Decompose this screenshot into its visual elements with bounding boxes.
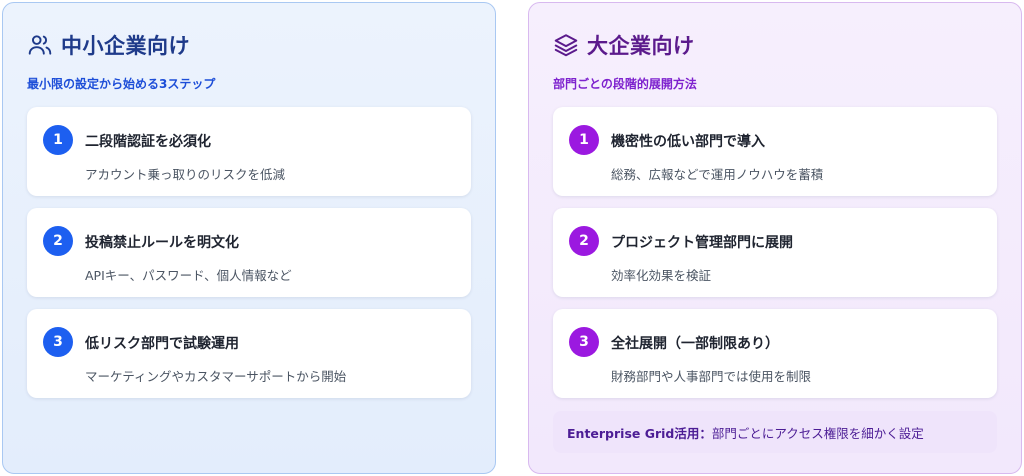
- step-number-badge: 2: [43, 226, 73, 256]
- step-description: アカウント乗っ取りのリスクを低減: [85, 167, 286, 182]
- enterprise-title: 大企業向け: [587, 34, 695, 58]
- smb-step-card: 2 投稿禁止ルールを明文化 APIキー、パスワード、個人情報など: [27, 208, 471, 297]
- step-description: APIキー、パスワード、個人情報など: [85, 268, 292, 283]
- layers-icon: [554, 34, 578, 57]
- enterprise-step-card: 1 機密性の低い部門で導入 総務、広報などで運用ノウハウを蓄積: [553, 107, 997, 196]
- step-number-badge: 1: [43, 125, 73, 155]
- step-number-badge: 2: [569, 226, 599, 256]
- step-title: 機密性の低い部門で導入: [611, 134, 765, 150]
- enterprise-step-card: 3 全社展開（一部制限あり） 財務部門や人事部門では使用を制限: [553, 309, 997, 398]
- step-title: 全社展開（一部制限あり）: [611, 336, 779, 352]
- step-title: 低リスク部門で試験運用: [85, 336, 239, 352]
- step-description: 総務、広報などで運用ノウハウを蓄積: [611, 167, 824, 182]
- smb-header: 中小企業向け: [27, 29, 471, 61]
- smb-subtitle: 最小限の設定から始める3ステップ: [27, 77, 216, 91]
- enterprise-steps: 1 機密性の低い部門で導入 総務、広報などで運用ノウハウを蓄積 2 プロジェクト…: [553, 107, 997, 410]
- enterprise-subtitle: 部門ごとの段階的展開方法: [553, 77, 697, 91]
- step-description: マーケティングやカスタマーサポートから開始: [85, 369, 347, 384]
- enterprise-grid-note: Enterprise Grid活用： 部門ごとにアクセス権限を細かく設定: [553, 411, 997, 453]
- enterprise-step-card: 2 プロジェクト管理部門に展開 効率化効果を検証: [553, 208, 997, 297]
- step-number-badge: 3: [43, 327, 73, 357]
- step-number-badge: 3: [569, 327, 599, 357]
- smb-steps: 1 二段階認証を必須化 アカウント乗っ取りのリスクを低減 2 投稿禁止ルールを明…: [27, 107, 471, 410]
- smb-step-card: 3 低リスク部門で試験運用 マーケティングやカスタマーサポートから開始: [27, 309, 471, 398]
- step-title: 投稿禁止ルールを明文化: [85, 235, 239, 251]
- users-icon: [28, 35, 52, 55]
- smb-title: 中小企業向け: [61, 34, 190, 58]
- smb-step-card: 1 二段階認証を必須化 アカウント乗っ取りのリスクを低減: [27, 107, 471, 196]
- step-title: プロジェクト管理部門に展開: [611, 235, 793, 251]
- enterprise-panel: 大企業向け 部門ごとの段階的展開方法 1 機密性の低い部門で導入 総務、広報など…: [528, 2, 1022, 474]
- smb-panel: 中小企業向け 最小限の設定から始める3ステップ 1 二段階認証を必須化 アカウン…: [2, 2, 496, 474]
- step-title: 二段階認証を必須化: [85, 134, 211, 150]
- note-text: 部門ごとにアクセス権限を細かく設定: [711, 425, 924, 441]
- note-label: Enterprise Grid活用：: [567, 425, 712, 441]
- step-number-badge: 1: [569, 125, 599, 155]
- step-description: 効率化効果を検証: [611, 268, 712, 283]
- step-description: 財務部門や人事部門では使用を制限: [611, 369, 812, 384]
- enterprise-header: 大企業向け: [553, 29, 997, 61]
